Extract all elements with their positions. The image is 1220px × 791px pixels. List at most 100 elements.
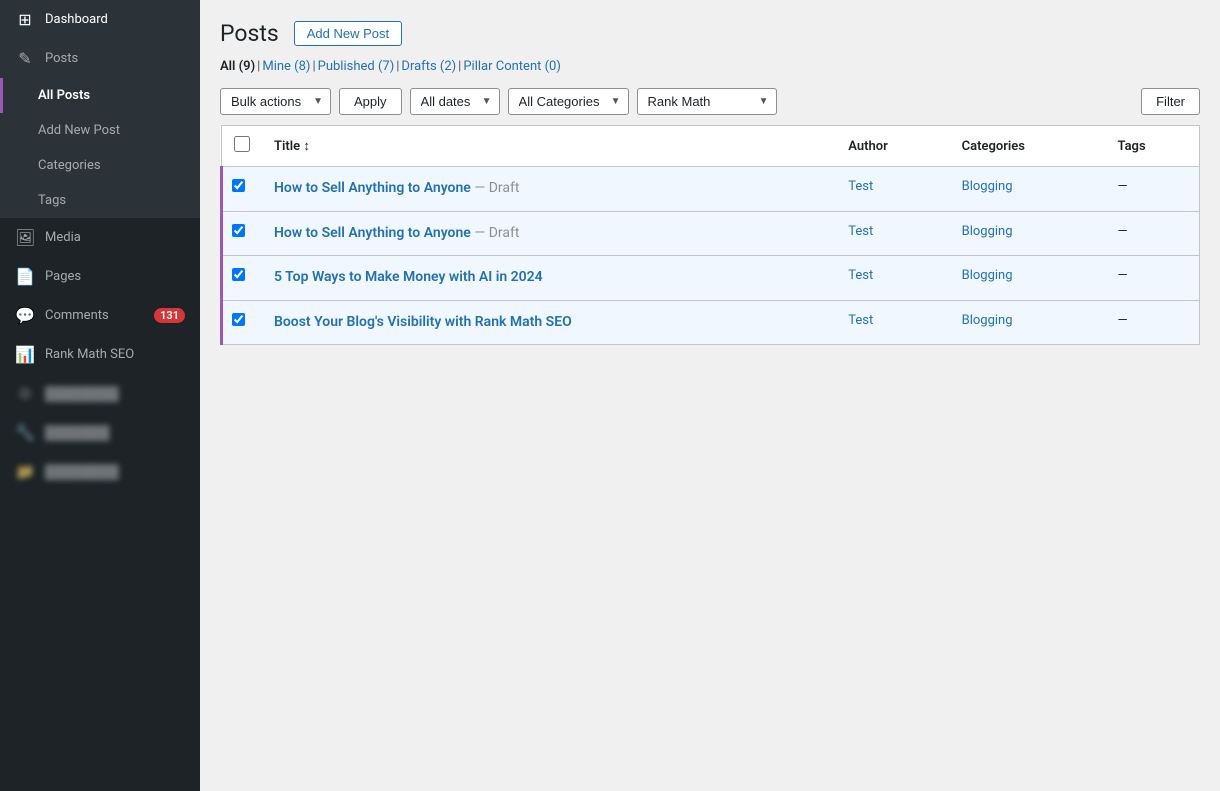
post-category-link[interactable]: Blogging [962,268,1013,283]
row-checkbox-cell [222,167,263,212]
all-dates-wrap: All dates ▼ [410,88,500,115]
post-title-link[interactable]: How to Sell Anything to Anyone — Draft [274,179,824,199]
post-category-cell: Blogging [950,211,1106,256]
sidebar-item-rank-math-seo[interactable]: 📊 Rank Math SEO [0,335,200,374]
all-posts-label: All Posts [38,88,90,103]
sidebar-item-label: Dashboard [45,12,108,27]
sidebar-item-label: Media [45,230,81,245]
sidebar-item-label: Posts [45,51,78,66]
post-title-link[interactable]: 5 Top Ways to Make Money with AI in 2024 [274,268,824,288]
table-row: Boost Your Blog's Visibility with Rank M… [222,300,1200,345]
rank-math-select[interactable]: Rank Math [637,88,777,115]
main-content: Posts Add New Post All (9) | Mine (8) | … [200,0,1220,791]
tags-dash: — [1117,268,1127,283]
title-sort-label: Title [274,139,303,154]
add-new-post-button[interactable]: Add New Post [294,21,402,46]
page-title: Posts [220,20,279,47]
row-checkbox-cell [222,211,263,256]
post-title-cell: How to Sell Anything to Anyone — Draft [262,211,836,256]
sidebar-item-add-new-post[interactable]: Add New Post [0,113,200,148]
all-dates-select[interactable]: All dates [410,88,500,115]
post-author-cell: Test [836,211,949,256]
filter-link-pillar-content[interactable]: Pillar Content (0) [463,59,561,74]
sidebar-item-pages[interactable]: 📄 Pages [0,257,200,296]
sidebar-item-label: Comments [45,308,109,323]
post-author-link[interactable]: Test [848,313,873,328]
post-category-link[interactable]: Blogging [962,224,1013,239]
post-author-cell: Test [836,256,949,301]
title-column-header: Title ↕ [262,126,836,167]
post-title-link[interactable]: How to Sell Anything to Anyone — Draft [274,224,824,244]
select-all-header [222,126,263,167]
row-checkbox-cell [222,300,263,345]
row-checkbox[interactable] [232,179,245,192]
tags-column-header: Tags [1105,126,1199,167]
tags-dash: — [1117,224,1127,239]
sidebar-submenu-posts: All Posts Add New Post Categories Tags [0,78,200,218]
filter-button[interactable]: Filter [1141,88,1200,115]
posts-icon: ✎ [15,49,35,68]
post-author-link[interactable]: Test [848,224,873,239]
post-title-cell: Boost Your Blog's Visibility with Rank M… [262,300,836,345]
post-tags-cell: — [1105,211,1199,256]
pages-icon: 📄 [15,267,35,286]
sidebar-item-blurred-2: 🔧 ███████ [0,413,200,452]
sidebar-item-label: Pages [45,269,81,284]
post-category-link[interactable]: Blogging [962,313,1013,328]
sidebar-item-media[interactable]: 🖼 Media [0,218,200,257]
comments-badge: 131 [154,308,185,323]
page-header: Posts Add New Post [220,20,1200,47]
author-column-header: Author [836,126,949,167]
sidebar-item-blurred-3: 📁 ████████ [0,452,200,491]
post-tags-cell: — [1105,300,1199,345]
comments-icon: 💬 [15,306,35,325]
post-title-link[interactable]: Boost Your Blog's Visibility with Rank M… [274,313,824,333]
sort-icon[interactable]: ↕ [303,139,310,154]
posts-table: Title ↕ Author Categories Tags How to Se… [220,125,1200,345]
sidebar-item-tags[interactable]: Tags [0,183,200,218]
sidebar-item-categories[interactable]: Categories [0,148,200,183]
sidebar-item-dashboard[interactable]: ⊞ Dashboard [0,0,200,39]
post-author-link[interactable]: Test [848,179,873,194]
draft-label: — Draft [471,225,520,241]
apply-button[interactable]: Apply [339,88,402,115]
row-checkbox[interactable] [232,268,245,281]
filter-links: All (9) | Mine (8) | Published (7) | Dra… [220,59,1200,74]
dashboard-icon: ⊞ [15,10,35,29]
bulk-actions-select[interactable]: Bulk actions [220,88,331,115]
filter-link-published[interactable]: Published (7) [318,59,395,74]
add-new-post-label: Add New Post [38,123,120,138]
row-checkbox[interactable] [232,224,245,237]
sidebar-item-label: Rank Math SEO [45,347,134,362]
filter-link-all[interactable]: All (9) [220,59,255,74]
post-author-link[interactable]: Test [848,268,873,283]
select-all-checkbox[interactable] [234,136,250,152]
sidebar: ⊞ Dashboard ✎ Posts All Posts Add New Po… [0,0,200,791]
categories-column-header: Categories [950,126,1106,167]
sidebar-item-all-posts[interactable]: All Posts [0,78,200,113]
sidebar-item-posts[interactable]: ✎ Posts [0,39,200,78]
post-category-cell: Blogging [950,300,1106,345]
filter-link-mine[interactable]: Mine (8) [262,59,310,74]
all-categories-wrap: All Categories ▼ [508,88,629,115]
categories-label: Categories [38,158,101,173]
sidebar-item-comments[interactable]: 💬 Comments 131 [0,296,200,335]
post-category-cell: Blogging [950,256,1106,301]
tags-label: Tags [38,193,66,208]
tags-dash: — [1117,313,1127,328]
sidebar-item-blurred-1: ⚙ ████████ [0,374,200,413]
post-tags-cell: — [1105,256,1199,301]
filter-link-drafts[interactable]: Drafts (2) [401,59,456,74]
draft-label: — Draft [471,180,520,196]
post-category-cell: Blogging [950,167,1106,212]
post-title-cell: How to Sell Anything to Anyone — Draft [262,167,836,212]
row-checkbox[interactable] [232,313,245,326]
post-tags-cell: — [1105,167,1199,212]
table-row: 5 Top Ways to Make Money with AI in 2024… [222,256,1200,301]
table-row: How to Sell Anything to Anyone — Draft Te… [222,167,1200,212]
tags-dash: — [1117,179,1127,194]
post-category-link[interactable]: Blogging [962,179,1013,194]
media-icon: 🖼 [15,228,35,247]
all-categories-select[interactable]: All Categories [508,88,629,115]
post-title-cell: 5 Top Ways to Make Money with AI in 2024 [262,256,836,301]
